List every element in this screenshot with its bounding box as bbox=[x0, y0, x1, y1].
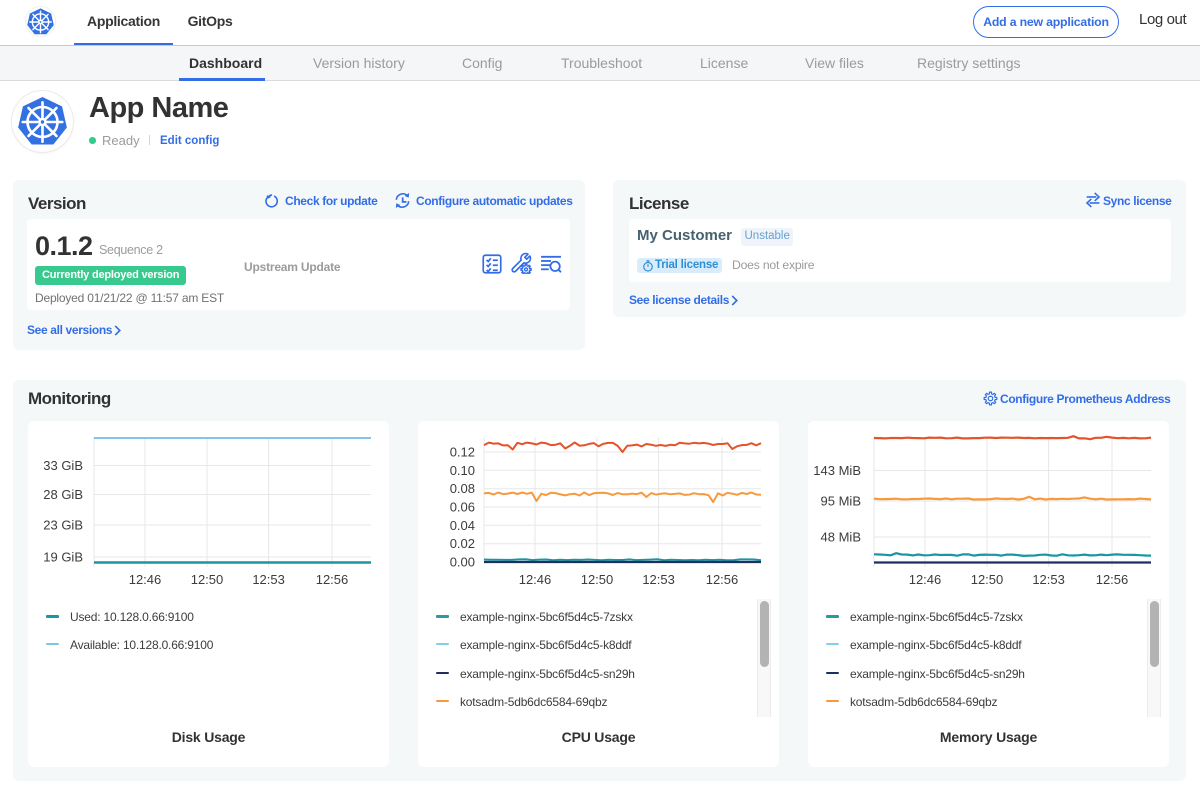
svg-text:12:53: 12:53 bbox=[642, 572, 675, 587]
svg-text:95 MiB: 95 MiB bbox=[821, 494, 861, 509]
svg-text:0.00: 0.00 bbox=[450, 555, 475, 570]
svg-text:0.10: 0.10 bbox=[450, 463, 475, 478]
svg-text:19 GiB: 19 GiB bbox=[43, 550, 83, 565]
svg-text:33 GiB: 33 GiB bbox=[43, 458, 83, 473]
svg-text:12:56: 12:56 bbox=[1096, 572, 1129, 587]
svg-text:12:46: 12:46 bbox=[909, 572, 942, 587]
svg-text:12:46: 12:46 bbox=[519, 572, 552, 587]
svg-text:143 MiB: 143 MiB bbox=[813, 463, 861, 478]
svg-text:0.12: 0.12 bbox=[450, 445, 475, 460]
svg-text:23 GiB: 23 GiB bbox=[43, 518, 83, 533]
svg-text:0.06: 0.06 bbox=[450, 500, 475, 515]
svg-text:48 MiB: 48 MiB bbox=[821, 530, 861, 545]
svg-text:12:56: 12:56 bbox=[316, 572, 349, 587]
svg-text:12:46: 12:46 bbox=[129, 572, 162, 587]
svg-text:12:53: 12:53 bbox=[252, 572, 285, 587]
svg-text:12:53: 12:53 bbox=[1032, 572, 1065, 587]
svg-text:12:50: 12:50 bbox=[191, 572, 224, 587]
svg-text:0.04: 0.04 bbox=[450, 518, 475, 533]
svg-text:12:56: 12:56 bbox=[706, 572, 739, 587]
svg-text:0.08: 0.08 bbox=[450, 481, 475, 496]
svg-text:0.02: 0.02 bbox=[450, 536, 475, 551]
svg-text:12:50: 12:50 bbox=[581, 572, 614, 587]
svg-text:28 GiB: 28 GiB bbox=[43, 487, 83, 502]
svg-text:12:50: 12:50 bbox=[971, 572, 1004, 587]
